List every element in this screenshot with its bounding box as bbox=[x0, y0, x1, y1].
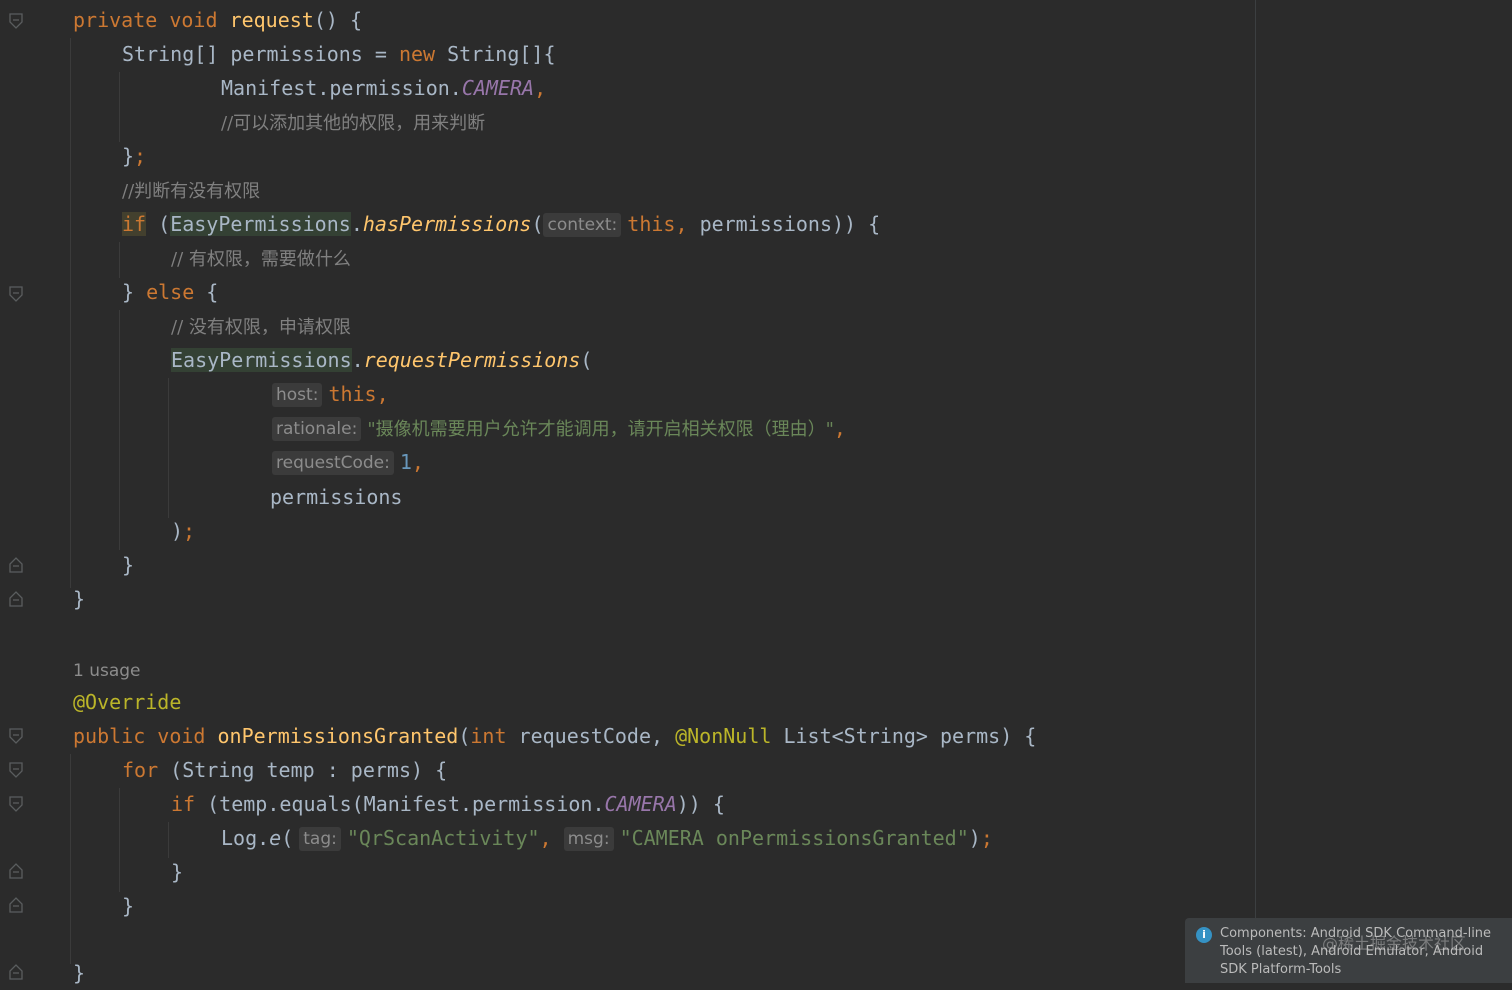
code-line: permissions bbox=[270, 485, 403, 509]
code-comment: //可以添加其他的权限，用来判断 bbox=[221, 113, 486, 134]
code-line: } bbox=[171, 860, 184, 884]
usages-hint[interactable]: 1 usage bbox=[73, 652, 141, 686]
code-line: host: this, bbox=[272, 377, 389, 411]
code-line: private void request() { bbox=[73, 8, 363, 32]
code-line: } bbox=[122, 553, 135, 577]
parameter-hint: tag: bbox=[299, 827, 341, 851]
code-comment: // 没有权限，申请权限 bbox=[171, 317, 351, 338]
code-comment: // 有权限，需要做什么 bbox=[171, 249, 351, 270]
parameter-hint: rationale: bbox=[272, 417, 362, 441]
watermark: @稀土掘金技术社区 bbox=[1322, 934, 1467, 953]
code-line: if (temp.equals(Manifest.permission.CAME… bbox=[171, 792, 725, 816]
code-line: } bbox=[73, 961, 86, 985]
code-line: } else { bbox=[122, 280, 219, 304]
code-line: Log.e(tag: "QrScanActivity", msg: "CAMERA … bbox=[221, 826, 993, 851]
indent-guide bbox=[119, 72, 120, 142]
parameter-hint: context: bbox=[543, 213, 622, 237]
code-line: String[] permissions = new String[]{ bbox=[122, 42, 556, 66]
indent-guide bbox=[70, 754, 71, 964]
code-line: public void onPermissionsGranted(int req… bbox=[73, 724, 1037, 748]
code-line: ); bbox=[171, 519, 196, 543]
indent-guide bbox=[168, 822, 169, 858]
parameter-hint: requestCode: bbox=[272, 451, 394, 475]
code-line: } bbox=[73, 587, 86, 611]
code-line: } bbox=[122, 894, 135, 918]
indent-guide bbox=[70, 38, 71, 588]
indent-guide bbox=[168, 378, 169, 518]
code-line: requestCode: 1, bbox=[272, 445, 424, 479]
code-line: Manifest.permission.CAMERA, bbox=[221, 76, 547, 100]
indent-guide bbox=[119, 310, 120, 550]
code-line: EasyPermissions.requestPermissions( bbox=[171, 348, 593, 372]
info-icon: i bbox=[1196, 927, 1212, 943]
code-line: @Override bbox=[73, 690, 182, 714]
code-line: for (String temp : perms) { bbox=[122, 758, 448, 782]
parameter-hint: msg: bbox=[563, 827, 614, 851]
indent-guide bbox=[119, 242, 120, 278]
code-line: rationale: "摄像机需要用户允许才能调用，请开启相关权限（理由）", bbox=[272, 411, 846, 445]
indent-guide bbox=[119, 788, 120, 892]
code-line: }; bbox=[122, 144, 147, 168]
code-editor[interactable]: private void request() { String[] permis… bbox=[0, 0, 1512, 985]
code-comment: //判断有没有权限 bbox=[122, 181, 261, 202]
parameter-hint: host: bbox=[272, 383, 323, 407]
code-line: if (EasyPermissions.hasPermissions(conte… bbox=[122, 212, 881, 237]
